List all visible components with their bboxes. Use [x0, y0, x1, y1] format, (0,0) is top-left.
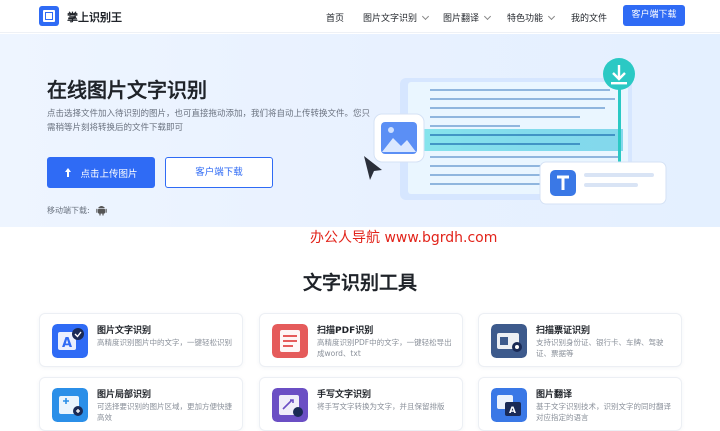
id-card-icon	[491, 324, 527, 358]
hero-illustration	[364, 58, 667, 205]
tool-card-scan-pdf[interactable]: 扫描PDF识别 高精度识别PDF中的文字，一键轻松导出成word、txt	[259, 313, 463, 367]
tool-card-title: 图片翻译	[536, 390, 573, 400]
nav-my-files[interactable]: 我的文件	[571, 11, 607, 24]
translate-icon: A	[491, 388, 527, 422]
tool-card-desc: 基于文字识别技术，识别文字的同时翻译对应指定的语言	[536, 402, 671, 422]
mobile-download: 移动端下载:	[47, 204, 107, 216]
nav-image-translate-label: 图片翻译	[443, 14, 480, 24]
nav-home[interactable]: 首页	[326, 11, 344, 24]
crop-area-icon	[52, 388, 88, 422]
hero-description: 点击选择文件加入待识别的图片，也可直接拖动添加，我们将自动上传转换文件。您只需稍…	[47, 109, 371, 133]
tool-card-desc: 高精度识别PDF中的文字，一键轻松导出成word、txt	[317, 338, 452, 358]
upload-button-label: 点击上传图片	[80, 168, 138, 180]
nav-image-ocr-label: 图片文字识别	[363, 14, 418, 24]
tool-card-title: 扫描票证识别	[536, 326, 591, 336]
tool-card-image-ocr[interactable]: A 图片文字识别 高精度识别图片中的文字，一键轻松识别	[39, 313, 243, 367]
handwriting-icon	[272, 388, 308, 422]
tool-card-title: 图片局部识别	[97, 390, 152, 400]
svg-text:A: A	[62, 336, 72, 351]
tool-card-title: 图片文字识别	[97, 326, 152, 336]
tool-card-desc: 支持识别身份证、银行卡、车牌、驾驶证、票据等	[536, 338, 664, 358]
image-text-icon: A	[52, 324, 88, 358]
pdf-scan-icon	[272, 324, 308, 358]
top-nav: 掌上识别王 首页 图片文字识别 图片翻译 特色功能 我的文件 客户端下载	[0, 0, 720, 33]
svg-text:A: A	[509, 406, 516, 416]
tool-card-desc: 高精度识别图片中的文字，一键轻松识别	[97, 338, 232, 347]
nav-image-translate[interactable]: 图片翻译	[443, 11, 492, 24]
watermark-text: 办公人导航 www.bgrdh.com	[310, 230, 498, 246]
nav-image-ocr[interactable]: 图片文字识别	[363, 11, 430, 24]
upload-image-button[interactable]: 点击上传图片	[47, 157, 155, 188]
tool-card-title: 手写文字识别	[317, 390, 372, 400]
tool-card-handwriting[interactable]: 手写文字识别 将手写文字转换为文字，并且保留排版	[259, 377, 463, 431]
tool-card-desc: 可选择要识别的图片区域，更加方便快捷高效	[97, 402, 232, 422]
tool-card-desc: 将手写文字转换为文字，并且保留排版	[317, 402, 445, 411]
tool-card-image-translate[interactable]: A 图片翻译 基于文字识别技术，识别文字的同时翻译对应指定的语言	[478, 377, 682, 431]
android-icon[interactable]	[96, 204, 107, 216]
tool-card-scan-id[interactable]: 扫描票证识别 支持识别身份证、银行卡、车牌、驾驶证、票据等	[478, 313, 682, 367]
chevron-down-icon	[547, 12, 556, 21]
chevron-down-icon	[421, 12, 430, 21]
chevron-down-icon	[483, 12, 492, 21]
tool-card-title: 扫描PDF识别	[317, 326, 374, 336]
hero-title: 在线图片文字识别	[47, 78, 207, 102]
hero-client-download-button[interactable]: 客户端下载	[165, 157, 273, 188]
upload-icon	[64, 168, 72, 177]
mobile-download-label: 移动端下载:	[47, 205, 90, 215]
tool-card-partial-ocr[interactable]: 图片局部识别 可选择要识别的图片区域，更加方便快捷高效	[39, 377, 243, 431]
nav-features[interactable]: 特色功能	[507, 11, 556, 24]
logo-icon[interactable]	[39, 6, 59, 26]
nav-features-label: 特色功能	[507, 14, 544, 24]
tools-section-title: 文字识别工具	[302, 272, 417, 294]
client-download-button[interactable]: 客户端下载	[623, 5, 685, 26]
brand-name[interactable]: 掌上识别王	[67, 9, 122, 25]
